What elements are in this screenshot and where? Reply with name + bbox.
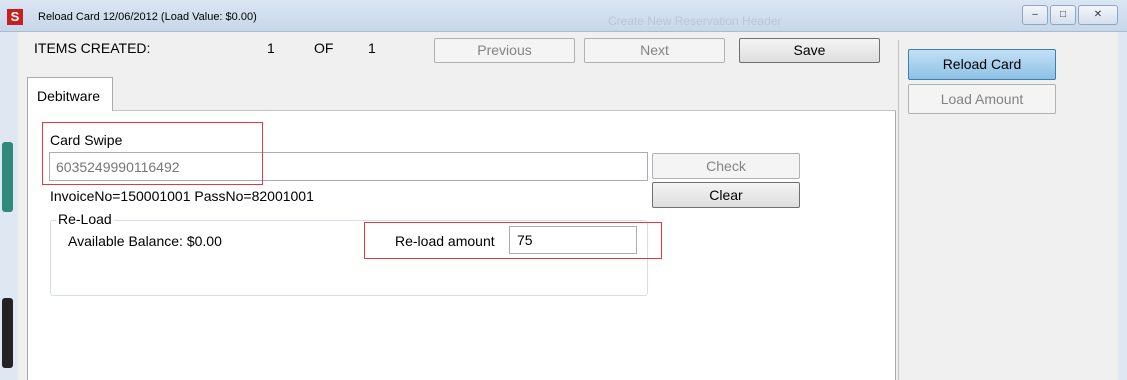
of-label: OF bbox=[314, 40, 334, 56]
items-created-label: ITEMS CREATED: bbox=[34, 40, 151, 56]
background-window-title: Create New Reservation Header bbox=[608, 14, 782, 28]
save-button[interactable]: Save bbox=[739, 38, 880, 63]
minimize-icon[interactable]: ‒ bbox=[1022, 5, 1048, 25]
app-logo-icon: S bbox=[7, 9, 23, 25]
maximize-icon[interactable]: □ bbox=[1050, 5, 1076, 25]
tab-strip-divider bbox=[112, 110, 896, 111]
close-icon[interactable]: ✕ bbox=[1078, 5, 1118, 25]
card-info-text: InvoiceNo=150001001 PassNo=82001001 bbox=[50, 188, 314, 204]
current-item-number: 1 bbox=[267, 40, 275, 56]
previous-button[interactable]: Previous bbox=[434, 38, 575, 63]
tab-debitware[interactable]: Debitware bbox=[27, 77, 113, 111]
check-button[interactable]: Check bbox=[652, 153, 800, 179]
load-amount-button[interactable]: Load Amount bbox=[908, 84, 1056, 114]
reload-card-button[interactable]: Reload Card bbox=[908, 49, 1056, 80]
reload-amount-label: Re-load amount bbox=[395, 233, 495, 249]
window-right-edge bbox=[1118, 32, 1127, 380]
available-balance-text: Available Balance: $0.00 bbox=[68, 233, 222, 249]
total-item-number: 1 bbox=[368, 40, 376, 56]
card-swipe-highlight bbox=[42, 122, 263, 185]
reload-group-title: Re-Load bbox=[56, 211, 114, 227]
reload-amount-input[interactable]: 75 bbox=[509, 226, 637, 254]
background-strip bbox=[2, 298, 13, 368]
background-strip bbox=[2, 142, 13, 212]
clear-button[interactable]: Clear bbox=[652, 182, 800, 208]
window-title: Reload Card 12/06/2012 (Load Value: $0.0… bbox=[38, 11, 257, 23]
next-button[interactable]: Next bbox=[584, 38, 725, 63]
